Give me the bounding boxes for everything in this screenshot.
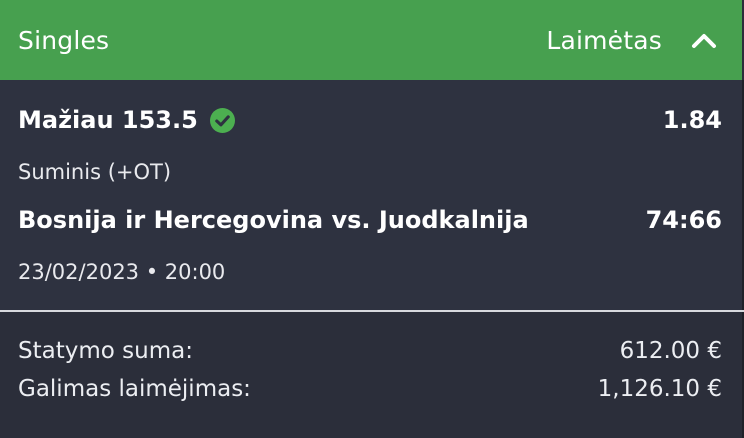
selection-odds: 1.84 [662, 106, 722, 134]
market-row: Suminis (+OT) [18, 160, 722, 184]
stake-label: Statymo suma: [18, 338, 193, 364]
collapse-button[interactable] [688, 24, 720, 56]
check-circle-icon [209, 107, 235, 133]
bet-summary: Statymo suma: 612.00 € Galimas laimėjima… [0, 312, 744, 438]
potential-win-row: Galimas laimėjimas: 1,126.10 € [18, 376, 722, 402]
potential-win-label: Galimas laimėjimas: [18, 376, 251, 402]
event-row: Bosnija ir Hercegovina vs. Juodkalnija 7… [18, 206, 722, 234]
bet-type-title: Singles [18, 25, 110, 55]
event-datetime-row: 23/02/2023 • 20:00 [18, 260, 722, 284]
selection-name: Mažiau 153.5 [18, 106, 198, 134]
bet-status-label: Laimėtas [546, 25, 662, 55]
header-right: Laimėtas [546, 24, 720, 56]
event-datetime: 23/02/2023 • 20:00 [18, 260, 226, 284]
stake-value: 612.00 € [619, 338, 722, 364]
bet-details: Mažiau 153.5 1.84 Suminis (+OT) Bosnija … [0, 80, 744, 310]
potential-win-value: 1,126.10 € [597, 376, 722, 402]
bet-header[interactable]: Singles Laimėtas [0, 0, 742, 80]
event-score: 74:66 [645, 206, 722, 234]
chevron-up-icon [692, 34, 716, 48]
stake-row: Statymo suma: 612.00 € [18, 338, 722, 364]
selection-row: Mažiau 153.5 1.84 [18, 106, 722, 134]
selection-name-group: Mažiau 153.5 [18, 106, 235, 134]
event-name: Bosnija ir Hercegovina vs. Juodkalnija [18, 206, 529, 234]
market-name: Suminis (+OT) [18, 160, 172, 184]
bet-card: Singles Laimėtas Mažiau 153.5 1.84 Sumin… [0, 0, 744, 438]
